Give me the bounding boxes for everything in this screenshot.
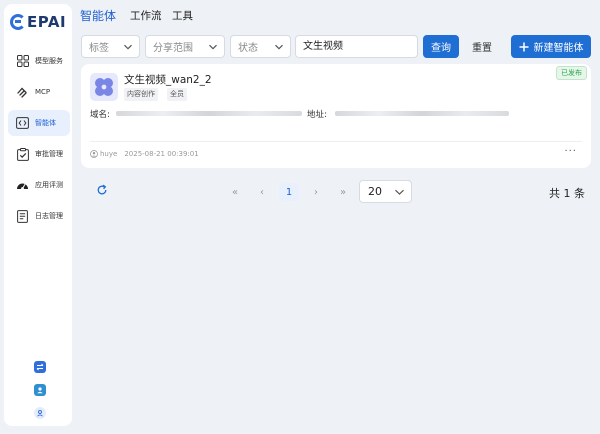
sidebar-item-model-service[interactable]: 模型服务 bbox=[8, 48, 70, 74]
contacts-icon[interactable] bbox=[34, 384, 46, 396]
sidebar-item-label: 智能体 bbox=[35, 119, 56, 127]
tab-agents[interactable]: 智能体 bbox=[80, 7, 116, 24]
agent-icon bbox=[16, 117, 29, 130]
chevron-down-icon bbox=[209, 44, 217, 50]
agent-card[interactable]: 已发布 文生视频_wan2_2 内容创作 全员 域名: 地址: huye 202… bbox=[81, 64, 591, 168]
sidebar-item-logs[interactable]: 日志管理 bbox=[8, 203, 70, 229]
domain-value-redacted bbox=[116, 111, 302, 116]
mcp-icon bbox=[16, 86, 29, 99]
card-divider bbox=[90, 141, 582, 142]
clipboard-check-icon bbox=[16, 147, 29, 161]
chevron-down-icon bbox=[124, 44, 132, 50]
card-meta: huye 2025-08-21 00:39:01 bbox=[90, 150, 199, 158]
reset-button[interactable]: 重置 bbox=[465, 35, 499, 58]
chevron-down-icon bbox=[275, 44, 283, 50]
next-page-button[interactable]: › bbox=[306, 183, 326, 201]
tab-workflow[interactable]: 工作流 bbox=[130, 8, 162, 23]
page-size-select[interactable]: 20 bbox=[359, 180, 412, 203]
sidebar: EPAI 模型服务 MCP 智能体 审批管理 应用评测 日志管理 bbox=[4, 4, 72, 426]
status-badge: 已发布 bbox=[556, 66, 587, 80]
status-select[interactable]: 状态 bbox=[230, 35, 291, 58]
search-input[interactable]: 文生视频 bbox=[295, 35, 418, 58]
sidebar-item-label: 模型服务 bbox=[35, 57, 63, 65]
status-placeholder: 状态 bbox=[238, 43, 258, 54]
gauge-icon bbox=[16, 179, 29, 192]
address-label: 地址: bbox=[307, 110, 327, 120]
tag-select[interactable]: 标签 bbox=[81, 35, 140, 58]
chevron-down-icon bbox=[395, 189, 404, 195]
logo-text: EPAI bbox=[27, 13, 67, 31]
more-options-button[interactable]: ··· bbox=[564, 146, 577, 157]
page-1-button[interactable]: 1 bbox=[279, 183, 299, 201]
page-size-value: 20 bbox=[368, 185, 382, 198]
sidebar-item-approval[interactable]: 审批管理 bbox=[8, 141, 70, 167]
sidebar-item-label: 日志管理 bbox=[35, 212, 63, 220]
query-button[interactable]: 查询 bbox=[423, 35, 459, 58]
new-agent-label: 新建智能体 bbox=[533, 43, 584, 54]
share-scope-placeholder: 分享范围 bbox=[153, 43, 193, 54]
agent-avatar bbox=[90, 73, 118, 101]
logo-mark-icon bbox=[10, 14, 26, 30]
plus-icon bbox=[519, 42, 528, 51]
tag-all-members: 全员 bbox=[167, 88, 187, 101]
first-page-button[interactable]: « bbox=[225, 183, 245, 201]
document-icon bbox=[16, 209, 29, 223]
tag-content-creation: 内容创作 bbox=[124, 88, 158, 101]
switch-icon[interactable] bbox=[34, 361, 46, 373]
sidebar-item-label: MCP bbox=[35, 88, 51, 96]
tag-select-placeholder: 标签 bbox=[89, 43, 109, 54]
sidebar-item-agent[interactable]: 智能体 bbox=[8, 110, 70, 136]
grid-icon bbox=[16, 55, 29, 68]
address-value-redacted bbox=[335, 111, 509, 116]
sidebar-item-label: 审批管理 bbox=[35, 150, 63, 158]
agent-title[interactable]: 文生视频_wan2_2 bbox=[124, 72, 212, 87]
last-page-button[interactable]: » bbox=[333, 183, 353, 201]
user-icon bbox=[90, 150, 98, 158]
domain-label: 域名: bbox=[90, 110, 110, 120]
total-count: 共 1 条 bbox=[549, 187, 585, 200]
sidebar-item-evaluation[interactable]: 应用评测 bbox=[8, 172, 70, 198]
tab-tools[interactable]: 工具 bbox=[172, 8, 193, 23]
new-agent-button[interactable]: 新建智能体 bbox=[511, 35, 591, 58]
card-timestamp: 2025-08-21 00:39:01 bbox=[124, 150, 199, 158]
prev-page-button[interactable]: ‹ bbox=[252, 183, 272, 201]
share-scope-select[interactable]: 分享范围 bbox=[145, 35, 225, 58]
card-user: huye bbox=[100, 150, 118, 158]
sidebar-item-label: 应用评测 bbox=[35, 181, 63, 189]
sidebar-item-mcp[interactable]: MCP bbox=[8, 79, 70, 105]
flower-icon bbox=[95, 78, 113, 96]
logo: EPAI bbox=[10, 13, 66, 31]
user-avatar-icon[interactable] bbox=[34, 407, 46, 419]
refresh-icon[interactable] bbox=[96, 184, 108, 196]
